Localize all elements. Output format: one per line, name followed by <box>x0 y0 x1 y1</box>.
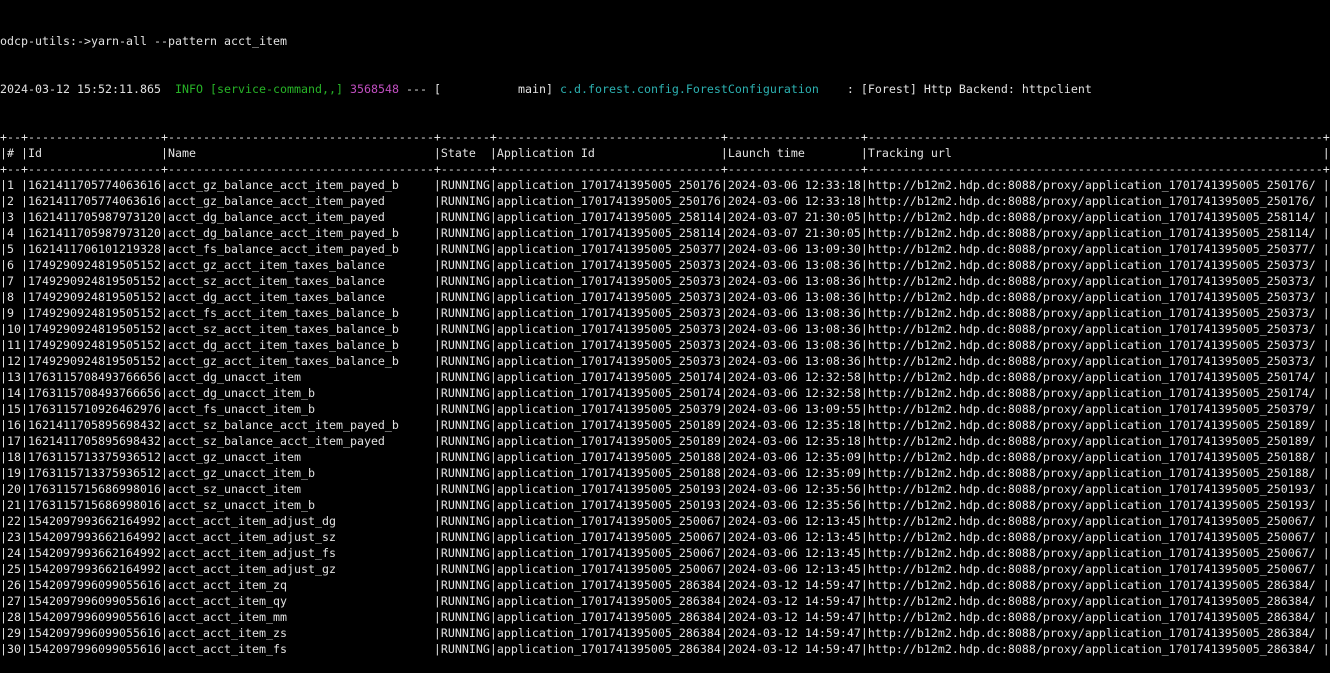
table-row-30: |30|1542097996099055616|acct_acct_item_f… <box>0 641 1330 657</box>
table-row-18: |18|1763115713375936512|acct_gz_unacct_i… <box>0 449 1330 465</box>
table-row-10: |10|1749290924819505152|acct_sz_acct_ite… <box>0 321 1330 337</box>
table-row-11: |11|1749290924819505152|acct_dg_acct_ite… <box>0 337 1330 353</box>
table-row-3: |3 |1621411705987973120|acct_dg_balance_… <box>0 209 1330 225</box>
table-row-21: |21|1763115715686998016|acct_sz_unacct_i… <box>0 497 1330 513</box>
table-row-14: |14|1763115708493766656|acct_dg_unacct_i… <box>0 385 1330 401</box>
log-segment-fg: --- [ main] <box>399 82 560 96</box>
table-row-15: |15|1763115710926462976|acct_fs_unacct_i… <box>0 401 1330 417</box>
log-line: 2024-03-12 15:52:11.865 INFO [service-co… <box>0 81 1330 97</box>
table-row-5: |5 |1621411706101219328|acct_fs_balance_… <box>0 241 1330 257</box>
yarn-applications-table: +--+-------------------+----------------… <box>0 129 1330 657</box>
table-row-16: |16|1621411705895698432|acct_sz_balance_… <box>0 417 1330 433</box>
table-row-9: |9 |1749290924819505152|acct_fs_acct_ite… <box>0 305 1330 321</box>
command-line: odcp-utils:->yarn-all --pattern acct_ite… <box>0 33 1330 49</box>
table-row-4: |4 |1621411705987973120|acct_dg_balance_… <box>0 225 1330 241</box>
table-row-2: |2 |1621411705774063616|acct_gz_balance_… <box>0 193 1330 209</box>
table-border-top: +--+-------------------+----------------… <box>0 129 1330 145</box>
terminal-screen[interactable]: odcp-utils:->yarn-all --pattern acct_ite… <box>0 0 1330 562</box>
table-row-13: |13|1763115708493766656|acct_dg_unacct_i… <box>0 369 1330 385</box>
command-text: odcp-utils:->yarn-all --pattern acct_ite… <box>0 34 287 48</box>
table-header-row: |# |Id |Name |State |Application Id |Lau… <box>0 145 1330 161</box>
table-row-23: |23|1542097993662164992|acct_acct_item_a… <box>0 529 1330 545</box>
table-row-1: |1 |1621411705774063616|acct_gz_balance_… <box>0 177 1330 193</box>
log-segment-cyan: c.d.forest.config.ForestConfiguration <box>560 82 819 96</box>
table-row-26: |26|1542097996099055616|acct_acct_item_z… <box>0 577 1330 593</box>
log-segment-green: INFO <box>175 82 210 96</box>
table-border-header: +--+-------------------+----------------… <box>0 161 1330 177</box>
log-segment-green: [service-command,,] <box>210 82 350 96</box>
table-row-7: |7 |1749290924819505152|acct_sz_acct_ite… <box>0 273 1330 289</box>
table-row-12: |12|1749290924819505152|acct_gz_acct_ite… <box>0 353 1330 369</box>
log-segment-magenta: 3568548 <box>350 82 399 96</box>
table-row-22: |22|1542097993662164992|acct_acct_item_a… <box>0 513 1330 529</box>
log-segment-fg: : [Forest] Http Backend: httpclient <box>819 82 1092 96</box>
table-row-24: |24|1542097993662164992|acct_acct_item_a… <box>0 545 1330 561</box>
table-row-6: |6 |1749290924819505152|acct_gz_acct_ite… <box>0 257 1330 273</box>
table-row-29: |29|1542097996099055616|acct_acct_item_z… <box>0 625 1330 641</box>
table-row-25: |25|1542097993662164992|acct_acct_item_a… <box>0 561 1330 577</box>
table-row-19: |19|1763115713375936512|acct_gz_unacct_i… <box>0 465 1330 481</box>
table-row-27: |27|1542097996099055616|acct_acct_item_q… <box>0 593 1330 609</box>
table-row-20: |20|1763115715686998016|acct_sz_unacct_i… <box>0 481 1330 497</box>
log-segment-fg: 2024-03-12 15:52:11.865 <box>0 82 175 96</box>
table-row-17: |17|1621411705895698432|acct_sz_balance_… <box>0 433 1330 449</box>
table-row-28: |28|1542097996099055616|acct_acct_item_m… <box>0 609 1330 625</box>
table-row-8: |8 |1749290924819505152|acct_dg_acct_ite… <box>0 289 1330 305</box>
